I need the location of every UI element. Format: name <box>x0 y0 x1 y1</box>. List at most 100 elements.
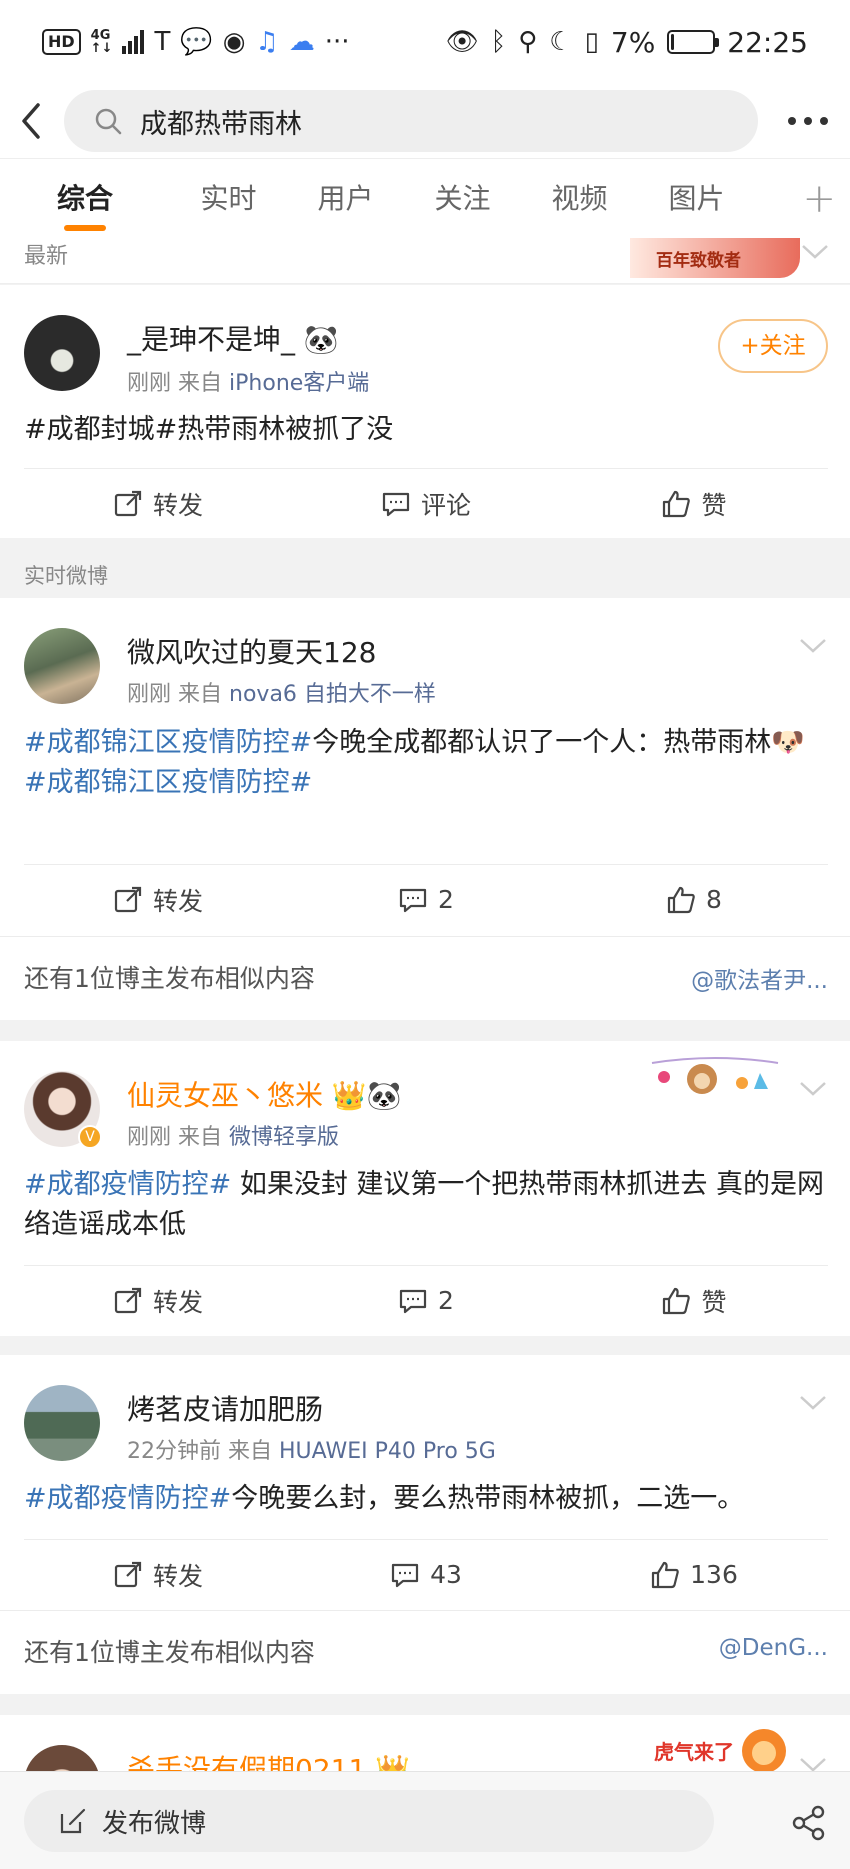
decoration-tiger-icon: 虎气来了 <box>652 1721 792 1775</box>
promo-banner[interactable]: 百年致敬者 <box>630 238 800 278</box>
battery-percent: 7% <box>610 25 656 59</box>
tab-realtime[interactable]: 实时 <box>170 159 287 239</box>
post-card: V 仙灵女巫丶悠米 👑🐼 刚刚 来自 微博轻享版 #成都疫情防控# 如果没封 建… <box>0 1041 850 1336</box>
comment-icon <box>399 1289 427 1313</box>
username[interactable]: 仙灵女巫丶悠米 👑🐼 <box>127 1074 402 1114</box>
username[interactable]: 微风吹过的夏天128 <box>127 631 376 671</box>
tab-comprehensive[interactable]: 综合 <box>0 159 170 239</box>
voice-icon: ◉ <box>222 27 246 57</box>
signal-icon <box>122 30 145 54</box>
repost-button[interactable]: 转发 <box>24 865 292 934</box>
post-actions: 转发 2 赞 <box>24 1265 828 1335</box>
username[interactable]: _是珅不是坤_ 🐼 <box>127 318 339 358</box>
edit-icon <box>60 1808 86 1834</box>
tab-following[interactable]: 关注 <box>404 159 521 239</box>
comment-icon <box>391 1563 419 1587</box>
latest-label: 最新 <box>24 244 69 269</box>
hashtag-link[interactable]: #成都锦江区疫情防控# <box>24 767 312 798</box>
bottom-bar: 发布微博 <box>0 1771 850 1869</box>
hd-indicator: HD <box>42 29 81 55</box>
similar-user-link[interactable]: @DenG... <box>719 1635 828 1661</box>
tab-users[interactable]: 用户 <box>287 159 404 239</box>
post-meta: 刚刚 来自 iPhone客户端 <box>127 371 370 396</box>
vibrate-icon: ▯ <box>584 27 599 57</box>
similar-user-link[interactable]: @歌法者尹... <box>691 961 828 995</box>
tab-bar: 综合 实时 用户 关注 视频 图片 + <box>0 158 850 238</box>
section-header-realtime: 实时微博 <box>0 548 850 598</box>
like-button[interactable]: 赞 <box>560 469 828 538</box>
post-actions: 转发 43 136 <box>24 1539 828 1609</box>
comment-button[interactable]: 2 <box>292 1266 560 1335</box>
comment-button[interactable]: 评论 <box>292 469 560 538</box>
compose-label: 发布微博 <box>102 1808 207 1839</box>
post-card: 烤茗皮请加肥肠 22分钟前 来自 HUAWEI P40 Pro 5G #成都疫情… <box>0 1355 850 1610</box>
hashtag-link[interactable]: #成都锦江区疫情防控# <box>24 727 312 758</box>
hashtag-link[interactable]: #成都疫情防控# <box>24 1483 231 1514</box>
similar-content-row[interactable]: 还有1位博主发布相似内容 @DenG... <box>0 1610 850 1694</box>
like-button[interactable]: 136 <box>560 1540 828 1609</box>
cloud-icon: ☁ <box>288 27 315 57</box>
comment-icon <box>399 888 427 912</box>
comment-icon <box>382 492 410 516</box>
post-card: _是珅不是坤_ 🐼 刚刚 来自 iPhone客户端 +关注 #成都封城#热带雨林… <box>0 285 850 538</box>
chevron-down-icon[interactable] <box>800 242 830 272</box>
avatar[interactable] <box>24 628 100 704</box>
username[interactable]: 烤茗皮请加肥肠 <box>127 1388 323 1428</box>
repost-button[interactable]: 转发 <box>24 469 292 538</box>
hashtag-link[interactable]: #成都疫情防控# <box>24 1169 231 1200</box>
repost-icon <box>114 1287 142 1313</box>
comment-button[interactable]: 2 <box>292 865 560 934</box>
post-content[interactable]: #成都疫情防控#今晚要么封，要么热带雨林被抓，二选一。 <box>24 1479 828 1519</box>
repost-button[interactable]: 转发 <box>24 1540 292 1609</box>
search-input[interactable]: 成都热带雨林 <box>64 90 758 152</box>
similar-content-text: 还有1位博主发布相似内容 <box>24 964 315 993</box>
location-icon: ⚲ <box>518 27 538 57</box>
search-icon <box>95 108 122 135</box>
verified-badge: V <box>78 1125 102 1149</box>
post-card: 微风吹过的夏天128 刚刚 来自 nova6 自拍大不一样 #成都锦江区疫情防控… <box>0 598 850 936</box>
search-header: 成都热带雨林 <box>0 84 850 158</box>
post-card: 杀手没有假期0211 👑 虎气来了 <box>0 1715 850 1775</box>
post-meta: 刚刚 来自 nova6 自拍大不一样 <box>127 682 436 707</box>
bluetooth-icon: ᛒ <box>490 27 507 57</box>
battery-icon <box>667 30 720 54</box>
thumbs-up-icon <box>663 1287 691 1314</box>
more-notifications-icon: ··· <box>324 27 350 57</box>
thumbs-up-icon <box>667 886 695 913</box>
chevron-down-icon[interactable] <box>798 1079 828 1109</box>
post-meta: 刚刚 来自 微博轻享版 <box>127 1125 340 1150</box>
clock: 22:25 <box>727 25 808 59</box>
post-actions: 转发 2 8 <box>24 864 828 934</box>
avatar[interactable] <box>24 315 100 391</box>
similar-content-row[interactable]: 还有1位博主发布相似内容 @歌法者尹... <box>0 936 850 1020</box>
avatar[interactable] <box>24 1385 100 1461</box>
repost-button[interactable]: 转发 <box>24 1266 292 1335</box>
post-content[interactable]: #成都疫情防控# 如果没封 建议第一个把热带雨林抓进去 真的是网络造谣成本低 <box>24 1165 828 1245</box>
thumbs-up-icon <box>652 1561 679 1588</box>
like-button[interactable]: 赞 <box>560 1266 828 1335</box>
tab-pictures[interactable]: 图片 <box>638 159 755 239</box>
comment-button[interactable]: 43 <box>292 1540 560 1609</box>
chevron-down-icon[interactable] <box>798 1393 828 1423</box>
repost-icon <box>114 490 142 516</box>
follow-button[interactable]: +关注 <box>718 319 828 373</box>
latest-header: 最新 百年致敬者 <box>0 238 850 284</box>
chevron-down-icon[interactable] <box>798 636 828 666</box>
tesla-icon: T <box>154 27 171 57</box>
add-tab-button[interactable]: + <box>802 176 836 222</box>
back-arrow-icon <box>22 103 40 139</box>
share-icon[interactable] <box>790 1804 828 1842</box>
status-bar: HD 4G ↑↓ T 💬 ◉ ♫ ☁ ··· 👁 ᛒ ⚲ ☾ ▯ 7% 22:25 <box>0 0 850 84</box>
moon-icon: ☾ <box>549 27 573 57</box>
eye-icon: 👁 <box>445 27 479 57</box>
similar-content-text: 还有1位博主发布相似内容 <box>24 1638 315 1667</box>
post-content[interactable]: #成都封城#热带雨林被抓了没 <box>24 410 828 450</box>
compose-post-button[interactable]: 发布微博 <box>24 1790 714 1852</box>
post-content[interactable]: #成都锦江区疫情防控#今晚全成都都认识了一个人：热带雨林🐶 #成都锦江区疫情防控# <box>24 723 828 803</box>
svg-text:虎气来了: 虎气来了 <box>654 1740 734 1764</box>
more-options-button[interactable] <box>788 117 828 125</box>
network-indicator: 4G ↑↓ <box>90 28 113 56</box>
tab-video[interactable]: 视频 <box>521 159 638 239</box>
like-button[interactable]: 8 <box>560 865 828 934</box>
back-button[interactable] <box>0 84 62 158</box>
